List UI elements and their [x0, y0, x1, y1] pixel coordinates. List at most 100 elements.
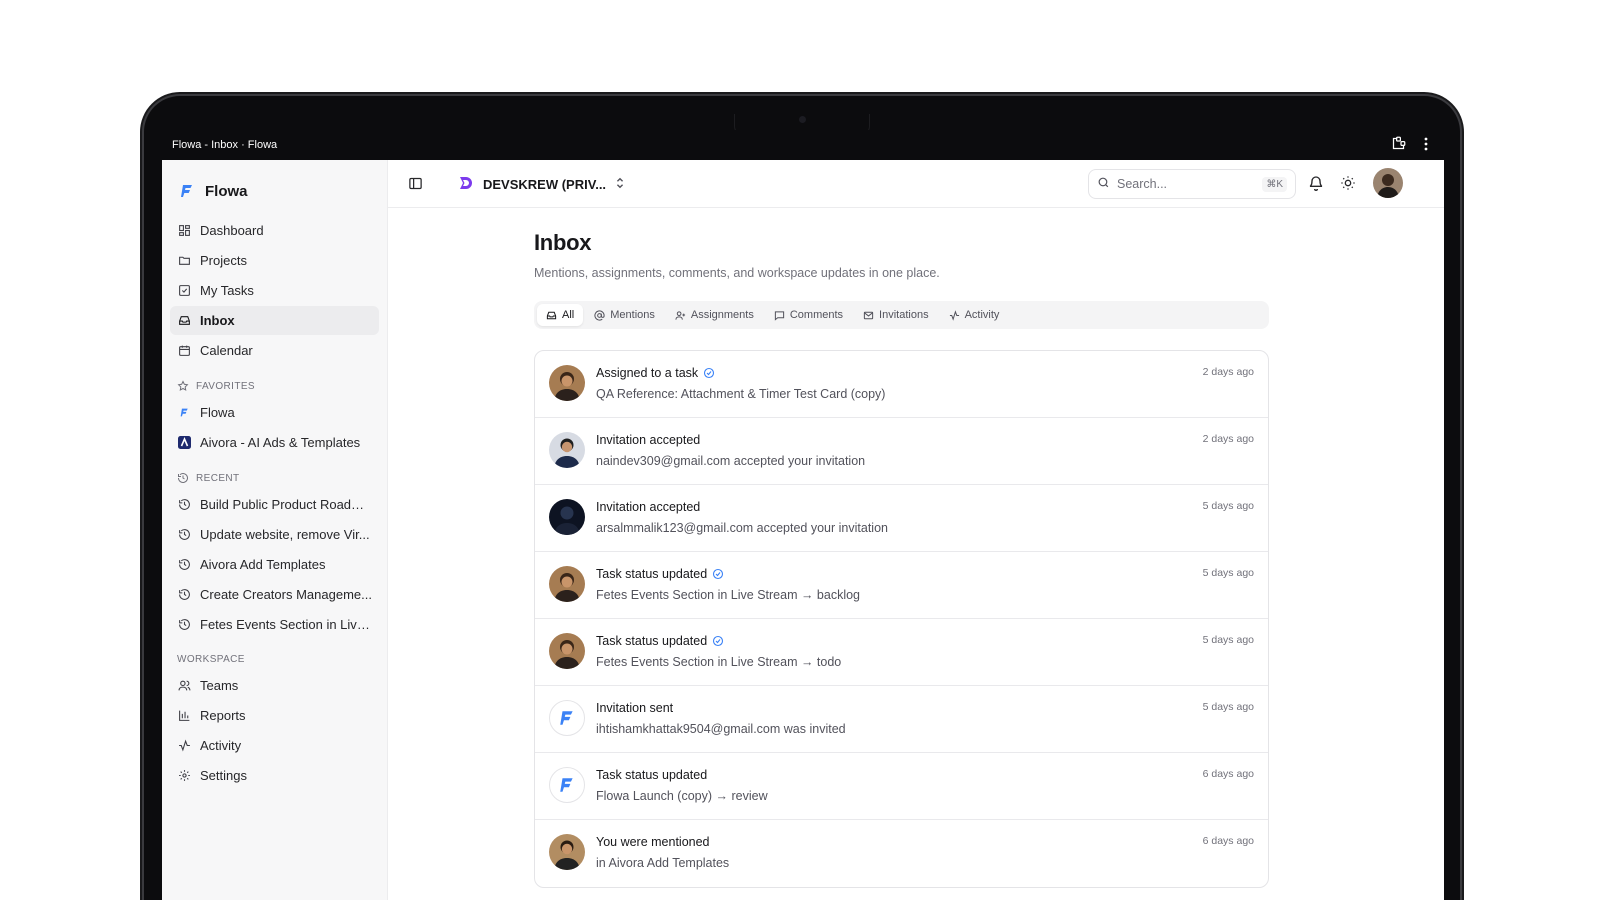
sidebar-item-label: Settings [200, 768, 247, 783]
workspace-switcher[interactable]: DEVSKREW (PRIV... [458, 175, 625, 194]
workspace-section-label: WORKSPACE [162, 640, 387, 671]
history-icon [177, 528, 191, 542]
sidebar-item-my-tasks[interactable]: My Tasks [170, 276, 379, 305]
user-avatar[interactable] [1373, 168, 1403, 198]
aivora-logo-icon [177, 436, 191, 450]
recent-list: Build Public Product Roadm... Update web… [162, 490, 387, 639]
sidebar-item-teams[interactable]: Teams [170, 671, 379, 700]
item-detail: QA Reference: Attachment & Timer Test Ca… [596, 387, 886, 401]
inbox-item[interactable]: Invitation accepted naindev309@gmail.com… [535, 418, 1268, 485]
inbox-item[interactable]: Task status updated Fetes Events Section… [535, 619, 1268, 686]
item-title-text: Invitation accepted [596, 500, 701, 514]
sidebar-item-label: Dashboard [200, 223, 264, 238]
main-nav: Dashboard Projects My Tasks Inbox Calend… [162, 208, 387, 365]
inbox-content: Inbox Mentions, assignments, comments, a… [534, 230, 1269, 888]
inbox-tabs: All Mentions Assignments Comments Invita… [534, 301, 1269, 329]
sidebar-item-reports[interactable]: Reports [170, 701, 379, 730]
item-time: 5 days ago [1202, 567, 1254, 579]
tab-assignments[interactable]: Assignments [666, 304, 763, 326]
sidebar-item-activity[interactable]: Activity [170, 731, 379, 760]
sun-icon[interactable] [1340, 175, 1356, 196]
more-vertical-icon[interactable] [1424, 137, 1428, 151]
item-title-text: Task status updated [596, 567, 708, 581]
item-title-text: Invitation sent [596, 701, 674, 715]
item-title: You were mentioned [596, 835, 710, 849]
folder-icon [177, 254, 191, 268]
verified-badge-icon [713, 568, 724, 580]
history-icon [178, 473, 188, 483]
sidebar-item-calendar[interactable]: Calendar [170, 336, 379, 365]
window-titlebar: Flowa - Inbox · Flowa [162, 130, 1444, 160]
favorite-label: Flowa [200, 405, 235, 420]
sidebar-toggle-icon[interactable] [408, 176, 424, 192]
avatar [549, 432, 585, 468]
chevron-up-down-icon [615, 177, 625, 192]
screen: Flowa - Inbox · Flowa Flowa Dashboard Pr… [162, 130, 1444, 900]
tab-activity[interactable]: Activity [940, 304, 1009, 326]
recent-item[interactable]: Fetes Events Section in Live ... [170, 610, 379, 639]
brand-name: Flowa [205, 182, 248, 200]
item-time: 6 days ago [1202, 835, 1254, 847]
window-title: Flowa - Inbox · Flowa [172, 139, 278, 151]
sidebar-item-inbox[interactable]: Inbox [170, 306, 379, 335]
inbox-item[interactable]: Invitation sent ihtishamkhattak9504@gmai… [535, 686, 1268, 753]
item-detail: Flowa Launch (copy) → review [596, 789, 768, 803]
history-icon [177, 498, 191, 512]
inbox-item[interactable]: Assigned to a task QA Reference: Attachm… [535, 351, 1268, 418]
item-detail: in Aivora Add Templates [596, 856, 730, 870]
item-title-text: Task status updated [596, 634, 708, 648]
recent-label: Create Creators Manageme... [200, 587, 372, 602]
flowa-logo-icon [177, 406, 191, 420]
history-icon [177, 618, 191, 632]
recent-label: RECENT [196, 472, 240, 484]
item-time: 5 days ago [1202, 701, 1254, 713]
workspace-logo-icon [458, 175, 474, 194]
comment-icon [774, 310, 784, 321]
flowa-logo-icon [549, 767, 585, 803]
inbox-item[interactable]: Task status updated Flowa Launch (copy) … [535, 753, 1268, 820]
inbox-item[interactable]: You were mentioned in Aivora Add Templat… [535, 820, 1268, 887]
favorites-label: FAVORITES [196, 380, 255, 392]
favorite-label: Aivora - AI Ads & Templates [200, 435, 361, 450]
tab-comments[interactable]: Comments [765, 304, 852, 326]
sidebar-item-settings[interactable]: Settings [170, 761, 379, 790]
workspace-label: WORKSPACE [177, 654, 245, 665]
extensions-icon[interactable] [1391, 136, 1406, 151]
tab-all[interactable]: All [537, 304, 584, 326]
flowa-logo-icon [178, 182, 196, 200]
tab-label: Mentions [610, 309, 655, 321]
brand[interactable]: Flowa [162, 160, 387, 208]
laptop-frame: Flowa - Inbox · Flowa Flowa Dashboard Pr… [144, 96, 1460, 900]
favorite-item-aivora[interactable]: Aivora - AI Ads & Templates [170, 428, 379, 457]
topbar: DEVSKREW (PRIV... Search... ⌘K [388, 160, 1444, 208]
bar-chart-icon [177, 709, 191, 723]
sidebar-item-projects[interactable]: Projects [170, 246, 379, 275]
workspace-name: DEVSKREW (PRIV... [483, 177, 607, 192]
bell-icon[interactable] [1308, 175, 1324, 196]
activity-icon [949, 309, 959, 321]
favorites-section-label: FAVORITES [162, 366, 387, 398]
tab-mentions[interactable]: Mentions [585, 304, 664, 326]
grid-icon [177, 224, 191, 238]
tab-invitations[interactable]: Invitations [854, 304, 938, 326]
item-detail: Fetes Events Section in Live Stream → ba… [596, 588, 861, 602]
inbox-item[interactable]: Task status updated Fetes Events Section… [535, 552, 1268, 619]
avatar [549, 633, 585, 669]
workspace-list: Teams Reports Activity Settings [162, 671, 387, 790]
recent-label: Fetes Events Section in Live ... [200, 617, 372, 632]
recent-item[interactable]: Update website, remove Vir... [170, 520, 379, 549]
inbox-icon [546, 311, 557, 319]
search-placeholder: Search... [1117, 177, 1168, 191]
recent-item[interactable]: Create Creators Manageme... [170, 580, 379, 609]
favorite-item-flowa[interactable]: Flowa [170, 398, 379, 427]
recent-item[interactable]: Aivora Add Templates [170, 550, 379, 579]
item-title-text: You were mentioned [596, 835, 710, 849]
sidebar-item-dashboard[interactable]: Dashboard [170, 216, 379, 245]
tab-label: Activity [964, 309, 1000, 321]
history-icon [177, 558, 191, 572]
user-plus-icon [675, 310, 685, 320]
inbox-item[interactable]: Invitation accepted arsalmmalik123@gmail… [535, 485, 1268, 552]
search-input[interactable]: Search... ⌘K [1088, 169, 1296, 199]
recent-item[interactable]: Build Public Product Roadm... [170, 490, 379, 519]
inbox-list: Assigned to a task QA Reference: Attachm… [534, 350, 1269, 888]
